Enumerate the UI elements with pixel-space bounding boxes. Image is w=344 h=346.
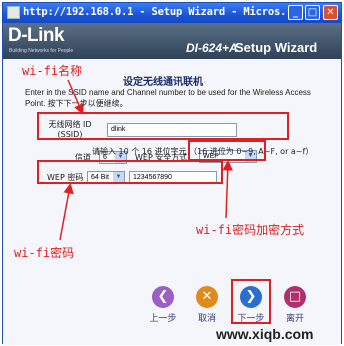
next-arrow-icon: ❯ bbox=[240, 286, 262, 308]
ssid-arrow bbox=[67, 79, 84, 115]
cancel-x-icon: ✕ bbox=[196, 286, 218, 308]
password-arrow bbox=[59, 183, 74, 241]
back-arrow-icon: ❮ bbox=[152, 286, 174, 308]
next-label: 下一步 bbox=[237, 314, 265, 324]
back-button[interactable]: ❮ 上一步 bbox=[148, 286, 178, 324]
back-label: 上一步 bbox=[149, 314, 177, 324]
site-watermark: www.xiqb.com bbox=[216, 326, 314, 342]
exit-button[interactable]: □ 离开 bbox=[280, 286, 310, 324]
cancel-label: 取消 bbox=[197, 314, 216, 324]
encryption-arrow bbox=[222, 160, 233, 219]
cancel-button[interactable]: ✕ 取消 bbox=[192, 286, 222, 324]
exit-door-icon: □ bbox=[284, 286, 306, 308]
next-button[interactable]: ❯ 下一步 bbox=[236, 286, 266, 324]
exit-label: 离开 bbox=[285, 314, 304, 324]
